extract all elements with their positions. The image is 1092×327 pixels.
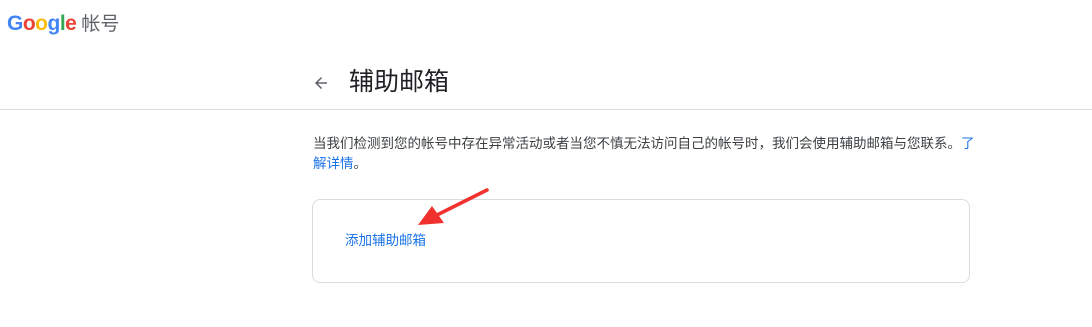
back-button[interactable] — [308, 70, 334, 96]
logo-letter-e: e — [65, 12, 77, 35]
description-text: 当我们检测到您的帐号中存在异常活动或者当您不慎无法访问自己的帐号时，我们会使用辅… — [313, 136, 961, 152]
arrow-back-icon — [315, 77, 327, 89]
product-name: 帐号 — [81, 13, 120, 35]
description-paragraph: 当我们检测到您的帐号中存在异常活动或者当您不慎无法访问自己的帐号时，我们会使用辅… — [313, 134, 978, 174]
page-title: 辅助邮箱 — [349, 67, 450, 96]
header-divider — [0, 109, 1092, 110]
logo-letter-o1: o — [22, 12, 36, 35]
add-recovery-email-button[interactable]: 添加辅助邮箱 — [345, 232, 426, 250]
logo-letter-g2: g — [47, 12, 61, 35]
google-account-logo[interactable]: Google 帐号 — [7, 11, 119, 37]
description-end: 。 — [353, 156, 368, 172]
logo-letter-o2: o — [35, 12, 48, 35]
logo-letter-g1: G — [7, 12, 23, 35]
